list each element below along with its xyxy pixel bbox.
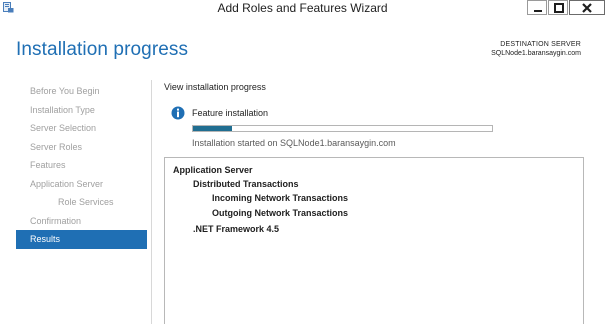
- close-button[interactable]: [569, 0, 605, 15]
- nav-item-role-services: Role Services: [58, 197, 114, 207]
- results-list[interactable]: Application Server Distributed Transacti…: [164, 157, 584, 324]
- result-item-application-server: Application Server: [173, 165, 253, 175]
- feature-installation-title: Feature installation: [192, 108, 269, 118]
- nav-item-server-roles: Server Roles: [30, 141, 83, 152]
- page-title: Installation progress: [16, 39, 189, 60]
- result-item-incoming-network-transactions: Incoming Network Transactions: [212, 193, 349, 203]
- section-heading: View installation progress: [164, 82, 266, 92]
- nav-item-confirmation: Confirmation: [30, 215, 82, 226]
- nav-item-application-server: Application Server: [30, 178, 104, 189]
- info-icon: [171, 106, 185, 120]
- installation-progress-bar: [192, 125, 493, 132]
- nav-item-results[interactable]: Results: [16, 230, 147, 249]
- nav-item-before-you-begin: Before You Begin: [30, 86, 100, 96]
- progress-fill: [193, 126, 232, 131]
- nav-item-server-selection: Server Selection: [30, 123, 97, 133]
- installation-status-text: Installation started on SQLNode1.baransa…: [192, 138, 396, 148]
- result-item-distributed-transactions: Distributed Transactions: [193, 179, 299, 189]
- destination-server-label: DESTINATION SERVER: [500, 41, 581, 48]
- result-item-net-framework: .NET Framework 4.5: [193, 224, 280, 234]
- maximize-icon: [554, 3, 564, 13]
- result-item-outgoing-network-transactions: Outgoing Network Transactions: [212, 208, 349, 218]
- destination-server-value: SQLNode1.baransaygin.com: [491, 50, 581, 57]
- nav-item-installation-type: Installation Type: [30, 104, 95, 115]
- maximize-button[interactable]: [548, 0, 568, 15]
- wizard-nav: Before You Begin Installation Type Serve…: [16, 82, 147, 249]
- nav-item-features: Features: [30, 160, 66, 170]
- nav-divider: [151, 80, 152, 324]
- close-icon: [582, 3, 592, 13]
- minimize-icon: [534, 10, 542, 12]
- title-bar[interactable]: Add Roles and Features Wizard: [0, 0, 605, 17]
- minimize-button[interactable]: [527, 0, 547, 15]
- window-title: Add Roles and Features Wizard: [217, 1, 388, 15]
